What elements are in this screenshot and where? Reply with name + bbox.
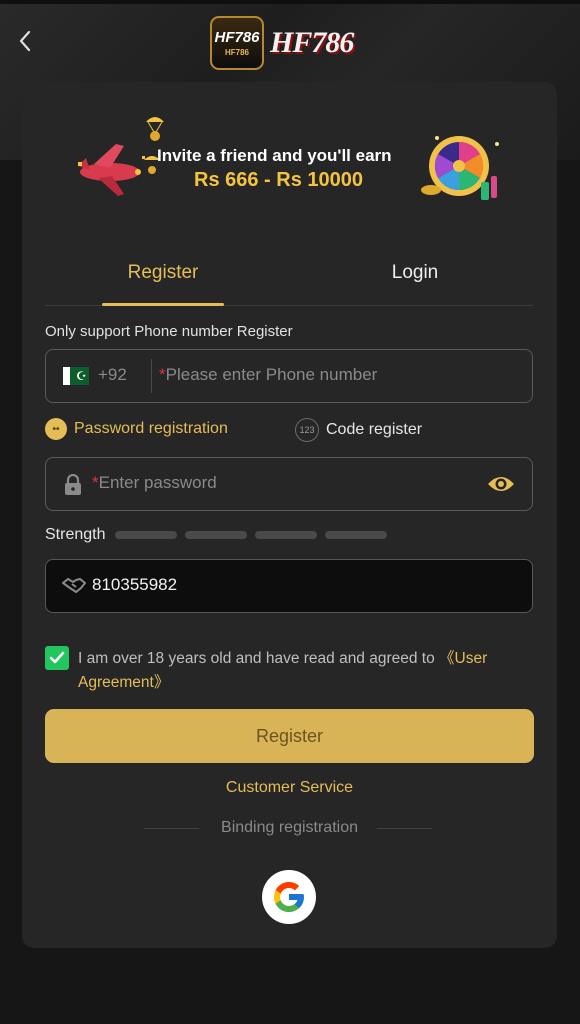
auth-tabs: Register Login — [45, 252, 533, 306]
back-button[interactable] — [12, 28, 38, 54]
required-star: * — [159, 365, 166, 384]
google-icon — [274, 882, 304, 912]
prize-wheel-icon — [421, 136, 499, 200]
logo-text: HF786 — [270, 26, 354, 59]
register-button[interactable]: Register — [45, 709, 534, 763]
google-register-button[interactable] — [262, 870, 316, 924]
register-hint: Only support Phone number Register — [45, 323, 293, 340]
tab-login[interactable]: Login — [355, 262, 475, 284]
field-divider — [151, 359, 152, 393]
customer-service-link[interactable]: Customer Service — [22, 779, 557, 797]
phone-input[interactable]: *Please enter Phone number — [159, 365, 377, 385]
checkmark-icon — [49, 651, 65, 664]
top-edge — [0, 0, 580, 4]
agreement-checkbox[interactable] — [45, 646, 69, 670]
back-arrow-icon — [19, 30, 31, 52]
strength-bar — [115, 531, 178, 539]
agreement-label: I am over 18 years old and have read and… — [78, 650, 440, 667]
registration-modes: •• Password registration 123 Code regist… — [45, 416, 533, 442]
password-field[interactable]: *Enter password — [45, 457, 533, 511]
handshake-icon — [62, 577, 86, 594]
logo-badge: HF786 HF786 — [210, 16, 264, 70]
code-123-icon: 123 — [295, 418, 319, 442]
mode-code-register[interactable]: 123 Code register — [295, 418, 422, 442]
strength-bar — [255, 531, 318, 539]
mode-code-label: Code register — [326, 421, 423, 438]
register-card: Invite a friend and you'll earn Rs 666 -… — [22, 82, 557, 948]
invite-code-field[interactable]: 810355982 — [45, 559, 533, 613]
pakistan-flag-icon: ☪ — [63, 367, 89, 385]
strength-bar — [325, 531, 388, 539]
banner-title: Invite a friend and you'll earn — [157, 146, 392, 165]
country-code[interactable]: +92 — [98, 365, 127, 385]
phone-placeholder: Please enter Phone number — [165, 365, 378, 384]
active-tab-indicator — [102, 303, 224, 306]
required-star: * — [92, 473, 99, 492]
password-dots-icon: •• — [45, 418, 67, 440]
lock-icon — [65, 474, 81, 495]
strength-bar — [185, 531, 248, 539]
invite-banner[interactable]: Invite a friend and you'll earn Rs 666 -… — [72, 112, 507, 212]
strength-label: Strength — [45, 526, 106, 543]
banner-amount: Rs 666 - Rs 10000 — [194, 169, 364, 191]
password-strength: Strength — [45, 526, 388, 544]
divider-line — [377, 828, 432, 829]
brand-logo: HF786 HF786 HF786 — [210, 14, 370, 72]
mode-password-registration[interactable]: •• Password registration — [45, 418, 228, 440]
phone-field[interactable]: ☪ +92 *Please enter Phone number — [45, 349, 533, 403]
agreement-text: I am over 18 years old and have read and… — [78, 647, 533, 695]
invite-code-value[interactable]: 810355982 — [92, 575, 177, 595]
binding-registration-label: Binding registration — [221, 819, 358, 836]
password-input[interactable]: *Enter password — [92, 473, 217, 493]
password-placeholder: Enter password — [98, 473, 217, 492]
mode-password-label: Password registration — [74, 420, 228, 437]
eye-icon[interactable] — [486, 473, 516, 495]
tab-register[interactable]: Register — [103, 262, 223, 284]
